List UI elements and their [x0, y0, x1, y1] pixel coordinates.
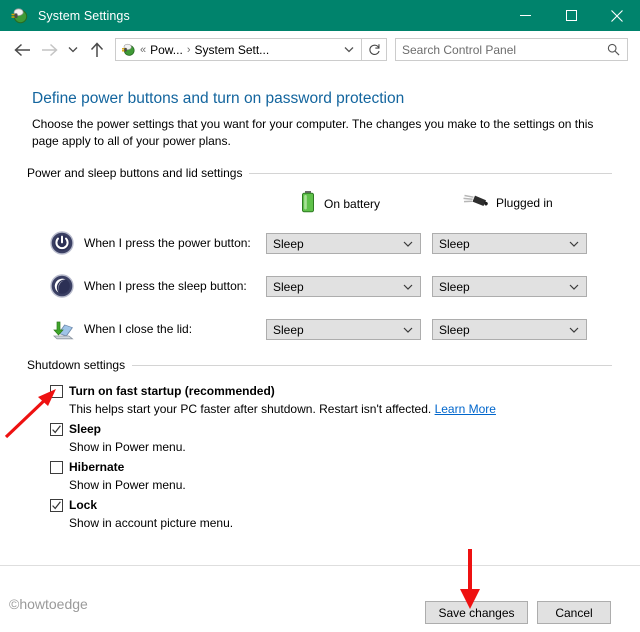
window-title: System Settings [38, 8, 130, 23]
dropdown-value: Sleep [439, 322, 470, 337]
setting-row-power-button: When I press the power button: [50, 230, 251, 256]
up-arrow-icon[interactable] [83, 34, 110, 65]
column-label-plugged-in: Plugged in [496, 195, 553, 210]
address-bar[interactable]: « Pow... › System Sett... [115, 38, 362, 61]
chevron-down-icon[interactable] [403, 241, 413, 247]
checkbox-row-lock[interactable]: Lock [50, 498, 97, 512]
page-title: Define power buttons and turn on passwor… [32, 90, 405, 107]
group-header-label: Shutdown settings [27, 358, 126, 372]
checkbox-fast-startup[interactable] [50, 385, 63, 398]
laptop-lid-icon [50, 317, 74, 341]
dropdown-power-button-on-battery[interactable]: Sleep [266, 233, 421, 254]
power-button-icon [50, 231, 74, 255]
address-power-options-icon [120, 42, 136, 58]
dropdown-value: Sleep [273, 322, 304, 337]
maximize-icon[interactable] [548, 0, 594, 31]
group-header-power-buttons: Power and sleep buttons and lid settings [27, 166, 612, 180]
group-header-rule [249, 172, 612, 174]
recent-locations-chevron-down-icon[interactable] [63, 34, 83, 65]
chevron-down-icon[interactable] [569, 284, 579, 290]
checkbox-label-lock: Lock [69, 498, 98, 512]
breadcrumb-overflow[interactable]: « [140, 44, 146, 56]
title-bar: System Settings [0, 0, 640, 31]
checkbox-description-lock: Show in account picture menu. [69, 516, 233, 530]
address-toolbar: « Pow... › System Sett... Search Control… [0, 31, 640, 68]
column-label-on-battery: On battery [324, 196, 381, 211]
chevron-down-icon[interactable] [403, 327, 413, 333]
setting-label-sleep-button: When I press the sleep button: [84, 279, 247, 293]
back-arrow-icon[interactable] [9, 34, 36, 65]
dropdown-value: Sleep [273, 279, 304, 294]
setting-row-close-lid: When I close the lid: [50, 316, 192, 342]
dropdown-power-button-plugged-in[interactable]: Sleep [432, 233, 587, 254]
close-icon[interactable] [594, 0, 640, 31]
content-pane: Define power buttons and turn on passwor… [0, 68, 640, 565]
checkbox-description-fast-startup: This helps start your PC faster after sh… [69, 402, 496, 416]
checkbox-row-fast-startup[interactable]: Turn on fast startup (recommended) [50, 384, 275, 398]
power-plug-icon [462, 192, 488, 213]
sleep-moon-icon [50, 274, 74, 298]
minimize-icon[interactable] [502, 0, 548, 31]
search-placeholder: Search Control Panel [402, 42, 517, 57]
checkbox-label-hibernate: Hibernate [69, 460, 125, 474]
dropdown-value: Sleep [273, 236, 304, 251]
search-input[interactable]: Search Control Panel [395, 38, 628, 61]
breadcrumb-item-system-settings[interactable]: System Sett... [194, 43, 269, 57]
description-text: This helps start your PC faster after sh… [69, 402, 432, 416]
dropdown-sleep-button-plugged-in[interactable]: Sleep [432, 276, 587, 297]
checkbox-lock[interactable] [50, 499, 63, 512]
chevron-down-icon[interactable] [569, 241, 579, 247]
save-changes-button[interactable]: Save changes [425, 601, 528, 624]
checkbox-row-hibernate[interactable]: Hibernate [50, 460, 124, 474]
column-header-on-battery: On battery [300, 190, 380, 217]
checkbox-label-sleep: Sleep [69, 422, 102, 436]
checkbox-sleep[interactable] [50, 423, 63, 436]
description-text: Show in Power menu. [69, 440, 186, 454]
setting-row-sleep-button: When I press the sleep button: [50, 273, 247, 299]
dropdown-close-lid-plugged-in[interactable]: Sleep [432, 319, 587, 340]
description-text: Show in account picture menu. [69, 516, 234, 530]
chevron-down-icon[interactable] [569, 327, 579, 333]
chevron-down-icon[interactable] [403, 284, 413, 290]
window-controls [502, 0, 640, 31]
watermark: ©howtoedge [9, 596, 88, 612]
power-options-icon [9, 6, 29, 26]
battery-icon [300, 190, 316, 217]
search-icon[interactable] [607, 43, 620, 56]
address-chevron-down-icon[interactable] [344, 46, 354, 53]
group-header-shutdown-settings: Shutdown settings [27, 358, 612, 372]
group-header-rule [132, 364, 612, 366]
checkbox-description-hibernate: Show in Power menu. [69, 478, 186, 492]
checkbox-hibernate[interactable] [50, 461, 63, 474]
group-header-label: Power and sleep buttons and lid settings [27, 166, 243, 180]
checkbox-description-sleep: Show in Power menu. [69, 440, 186, 454]
column-header-plugged-in: Plugged in [462, 192, 553, 213]
dropdown-close-lid-on-battery[interactable]: Sleep [266, 319, 421, 340]
dropdown-value: Sleep [439, 279, 470, 294]
learn-more-link[interactable]: Learn More [435, 402, 496, 416]
setting-label-power-button: When I press the power button: [84, 236, 251, 250]
checkbox-label-fast-startup: Turn on fast startup (recommended) [69, 384, 275, 398]
dropdown-value: Sleep [439, 236, 470, 251]
checkbox-row-sleep[interactable]: Sleep [50, 422, 101, 436]
cancel-button[interactable]: Cancel [537, 601, 611, 624]
forward-arrow-icon [36, 34, 63, 65]
page-description: Choose the power settings that you want … [32, 117, 594, 148]
setting-label-close-lid: When I close the lid: [84, 322, 193, 336]
dropdown-sleep-button-on-battery[interactable]: Sleep [266, 276, 421, 297]
breadcrumb-item-power-options[interactable]: Pow... [150, 43, 183, 57]
description-text: Show in Power menu. [69, 478, 186, 492]
refresh-icon[interactable] [362, 38, 387, 61]
breadcrumb-separator: › [186, 43, 191, 56]
